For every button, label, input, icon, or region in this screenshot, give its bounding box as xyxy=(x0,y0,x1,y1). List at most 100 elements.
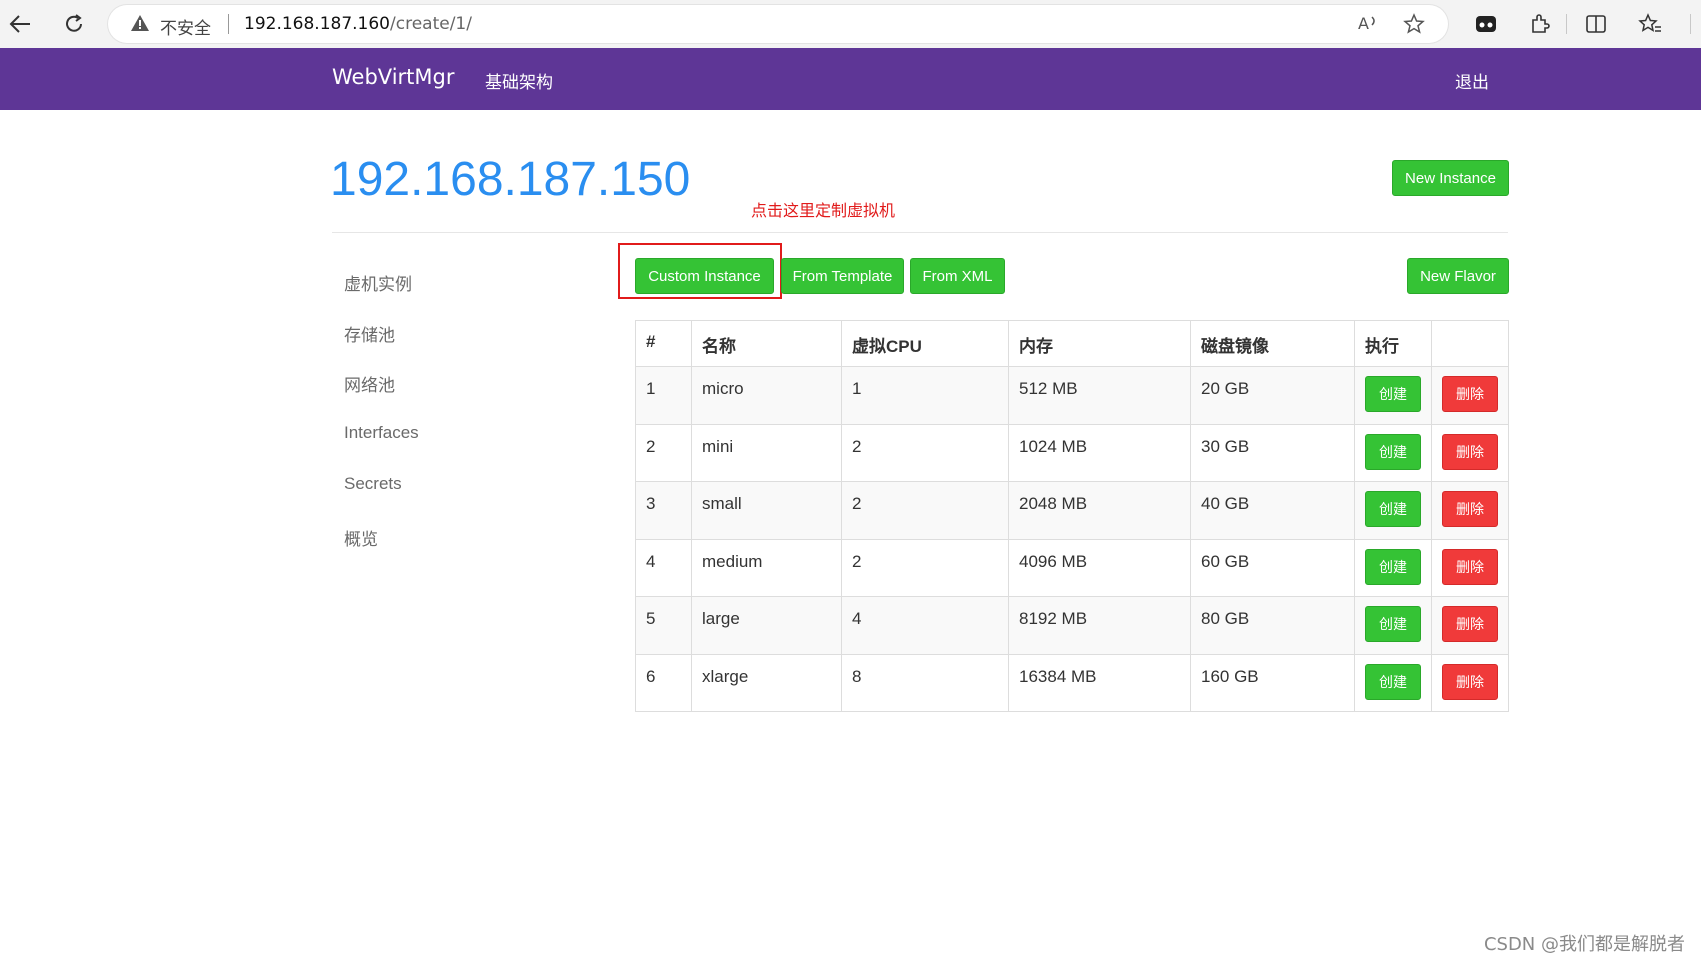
create-button[interactable]: 创建 xyxy=(1365,433,1421,470)
cell-id: 2 xyxy=(635,423,692,482)
cell-create: 创建 xyxy=(1354,596,1432,655)
security-label[interactable]: 不安全 xyxy=(160,14,211,39)
col-vcpu-header: 虚拟CPU xyxy=(841,320,1009,367)
svg-text:A: A xyxy=(1358,14,1369,33)
cell-create: 创建 xyxy=(1354,538,1432,597)
delete-button[interactable]: 删除 xyxy=(1442,548,1498,585)
cell-id: 3 xyxy=(635,481,692,540)
create-button[interactable]: 创建 xyxy=(1365,606,1421,642)
sidebar-item-networks[interactable]: 网络池 xyxy=(344,371,395,396)
cell-disk: 30 GB xyxy=(1190,423,1355,482)
cell-memory: 16384 MB xyxy=(1008,653,1191,712)
cell-memory: 512 MB xyxy=(1008,366,1191,425)
cell-id: 1 xyxy=(635,366,692,425)
cell-name: large xyxy=(691,596,842,655)
reload-icon[interactable] xyxy=(57,8,91,40)
cell-memory: 4096 MB xyxy=(1008,538,1191,597)
top-navbar: WebVirtMgr 基础架构 退出 xyxy=(0,48,1701,110)
col-action-header: 执行 xyxy=(1354,320,1432,367)
cell-disk: 80 GB xyxy=(1190,596,1355,655)
cell-delete: 删除 xyxy=(1431,538,1509,597)
cell-vcpu: 2 xyxy=(841,538,1009,597)
table-header-row: # 名称 虚拟CPU 内存 磁盘镜像 执行 xyxy=(635,320,1509,367)
logout-link[interactable]: 退出 xyxy=(1455,68,1489,93)
cell-vcpu: 4 xyxy=(841,596,1009,655)
split-screen-icon[interactable] xyxy=(1582,10,1610,38)
cell-delete: 删除 xyxy=(1431,481,1509,540)
cell-vcpu: 2 xyxy=(841,423,1009,482)
table-row: 1 micro 1 512 MB 20 GB 创建 删除 xyxy=(635,366,1509,425)
cell-create: 创建 xyxy=(1354,653,1432,712)
page-title: 192.168.187.150 xyxy=(330,153,691,206)
annotation-text: 点击这里定制虚拟机 xyxy=(751,201,896,220)
cell-id: 4 xyxy=(635,538,692,597)
read-aloud-icon[interactable]: A xyxy=(1358,13,1380,38)
delete-button[interactable]: 删除 xyxy=(1442,606,1498,642)
cell-vcpu: 2 xyxy=(841,481,1009,540)
col-name-header: 名称 xyxy=(691,320,842,367)
cell-create: 创建 xyxy=(1354,423,1432,482)
sidebar-item-secrets[interactable]: Secrets xyxy=(344,474,402,494)
sidebar-item-instances[interactable]: 虚机实例 xyxy=(344,270,412,295)
favorite-star-icon[interactable] xyxy=(1403,13,1425,40)
table-row: 3 small 2 2048 MB 40 GB 创建 删除 xyxy=(635,481,1509,540)
cell-name: small xyxy=(691,481,842,540)
cell-disk: 40 GB xyxy=(1190,481,1355,540)
cell-memory: 2048 MB xyxy=(1008,481,1191,540)
cell-delete: 删除 xyxy=(1431,596,1509,655)
url-text[interactable]: 192.168.187.160/create/1/ xyxy=(244,14,472,34)
custom-instance-button[interactable]: Custom Instance xyxy=(635,258,774,294)
delete-button[interactable]: 删除 xyxy=(1442,376,1498,412)
infrastructure-link[interactable]: 基础架构 xyxy=(485,68,553,93)
sidebar-item-overview[interactable]: 概览 xyxy=(344,525,378,550)
cell-delete: 删除 xyxy=(1431,423,1509,482)
cell-create: 创建 xyxy=(1354,366,1432,425)
warning-icon xyxy=(130,14,150,36)
col-id-header: # xyxy=(635,320,692,367)
sidebar-item-storage[interactable]: 存储池 xyxy=(344,321,395,346)
sidebar-item-interfaces[interactable]: Interfaces xyxy=(344,423,419,443)
cell-delete: 删除 xyxy=(1431,653,1509,712)
create-button[interactable]: 创建 xyxy=(1365,663,1421,700)
cell-name: medium xyxy=(691,538,842,597)
delete-button[interactable]: 删除 xyxy=(1442,491,1498,527)
brand-link[interactable]: WebVirtMgr xyxy=(332,65,454,89)
from-xml-button[interactable]: From XML xyxy=(910,258,1005,294)
browser-toolbar: 不安全 192.168.187.160/create/1/ A xyxy=(0,0,1701,49)
cell-id: 5 xyxy=(635,596,692,655)
create-button[interactable]: 创建 xyxy=(1365,376,1421,412)
toolbar-divider-edge xyxy=(1690,14,1691,34)
back-arrow-icon[interactable] xyxy=(3,8,37,40)
header-divider xyxy=(332,232,1508,233)
delete-button[interactable]: 删除 xyxy=(1442,663,1498,700)
watermark: CSDN @我们都是解脱者 xyxy=(1483,934,1685,955)
from-template-button[interactable]: From Template xyxy=(781,258,904,294)
cell-delete: 删除 xyxy=(1431,366,1509,425)
cell-id: 6 xyxy=(635,653,692,712)
table-row: 6 xlarge 8 16384 MB 160 GB 创建 删除 xyxy=(635,653,1509,712)
col-disk-header: 磁盘镜像 xyxy=(1190,320,1355,367)
cell-memory: 1024 MB xyxy=(1008,423,1191,482)
create-button[interactable]: 创建 xyxy=(1365,491,1421,527)
cell-disk: 160 GB xyxy=(1190,653,1355,712)
url-host: 192.168.187.160 xyxy=(244,14,391,34)
delete-button[interactable]: 删除 xyxy=(1442,433,1498,470)
table-row: 2 mini 2 1024 MB 30 GB 创建 删除 xyxy=(635,423,1509,482)
cell-vcpu: 8 xyxy=(841,653,1009,712)
cell-name: mini xyxy=(691,423,842,482)
cell-name: xlarge xyxy=(691,653,842,712)
extensions-icon[interactable] xyxy=(1526,10,1554,38)
cell-create: 创建 xyxy=(1354,481,1432,540)
cell-memory: 8192 MB xyxy=(1008,596,1191,655)
url-path: /create/1/ xyxy=(390,14,472,34)
new-flavor-button[interactable]: New Flavor xyxy=(1407,258,1509,294)
tracking-prevention-icon[interactable] xyxy=(1472,10,1500,38)
table-row: 5 large 4 8192 MB 80 GB 创建 删除 xyxy=(635,596,1509,655)
address-bar[interactable]: 不安全 192.168.187.160/create/1/ A xyxy=(108,5,1448,43)
new-instance-button[interactable]: New Instance xyxy=(1392,160,1509,196)
cell-disk: 60 GB xyxy=(1190,538,1355,597)
col-memory-header: 内存 xyxy=(1008,320,1191,367)
create-button[interactable]: 创建 xyxy=(1365,548,1421,585)
table-row: 4 medium 2 4096 MB 60 GB 创建 删除 xyxy=(635,538,1509,597)
favorites-icon[interactable] xyxy=(1636,10,1664,38)
